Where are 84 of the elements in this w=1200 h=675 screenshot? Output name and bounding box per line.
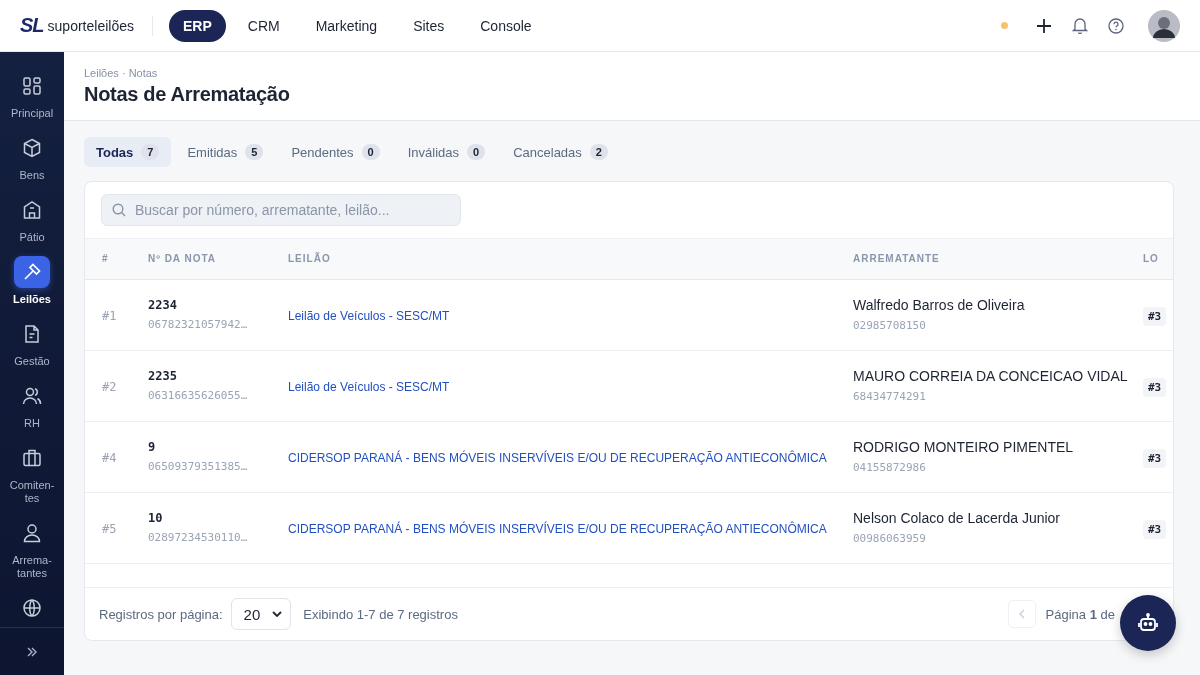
filter-tab[interactable]: Inválidas 0 [395, 137, 498, 167]
access-key: 02897234530110… [148, 531, 288, 545]
logo: SL suporteleilões [20, 14, 134, 37]
records-summary: Exibindo 1-7 de 7 registros [303, 606, 458, 622]
column-header: ARREMATANTE [853, 253, 941, 265]
lot-tag: #3 [1143, 377, 1167, 397]
buyer-name: Walfredo Barros de Oliveira [853, 297, 1026, 314]
box-icon [22, 138, 42, 158]
row-index: #5 [102, 521, 117, 536]
auction-link[interactable]: CIDERSOP PARANÁ - BENS MÓVEIS INSERVÍVEIS E/OU DE RECUPERAÇÃO ANTIECONÔMICA [288, 450, 827, 465]
count-badge: 7 [141, 144, 160, 160]
buyer-name: Nelson Colaco de Lacerda Junior [853, 510, 1061, 527]
chevron-down-icon [272, 611, 283, 618]
sidebar-item[interactable]: Pátio [2, 194, 62, 244]
globe-icon [22, 598, 42, 618]
sidebar-item[interactable]: Comiten-tes [2, 442, 62, 505]
note-number: 9 [148, 440, 157, 455]
nav-tab[interactable]: Console [466, 9, 546, 42]
page-indicator: Página 1 de [1045, 606, 1115, 622]
gavel-icon [22, 262, 42, 282]
per-page-label: Registros por página: [99, 606, 223, 622]
users-icon [22, 386, 42, 406]
buyer-name: RODRIGO MONTEIRO PIMENTEL [853, 439, 1075, 456]
user-icon [22, 523, 42, 543]
grid-icon [22, 76, 42, 96]
column-header: LO [1143, 253, 1160, 265]
nav-tab[interactable]: Marketing [301, 9, 392, 42]
lot-tag: #3 [1143, 519, 1167, 539]
filter-tab[interactable]: Todas 7 [84, 137, 172, 167]
filter-tab[interactable]: Emitidas 5 [175, 137, 276, 167]
robot-icon [1138, 613, 1158, 633]
buyer-document: 00986063959 [853, 532, 927, 546]
access-key: 06509379351385… [148, 460, 288, 474]
buyer-document: 04155872986 [853, 461, 927, 475]
nav-tab[interactable]: CRM [233, 9, 294, 42]
lot-tag: #3 [1143, 306, 1167, 326]
row-index: #1 [102, 308, 117, 323]
column-header: # [102, 253, 110, 265]
nav-tab[interactable]: ERP [168, 9, 226, 42]
note-number: 10 [148, 511, 164, 526]
help-icon[interactable] [1108, 17, 1124, 34]
search-icon [112, 203, 126, 217]
buyer-document: 02985708150 [853, 319, 927, 333]
expand-icon[interactable] [26, 646, 38, 658]
sidebar-item[interactable]: Bens [2, 132, 62, 182]
note-number: 2235 [148, 369, 178, 384]
nav-tab[interactable]: Sites [399, 9, 459, 42]
access-key: 06316635626055… [148, 389, 288, 403]
sidebar-item[interactable]: Arrema-tantes [2, 517, 62, 580]
search-field[interactable]: Buscar por número, arrematante, leilão... [101, 194, 461, 226]
column-header: LEILÃO [288, 253, 332, 265]
count-badge: 0 [361, 144, 380, 160]
page-title: Notas de Arrematação [84, 83, 291, 106]
count-badge: 0 [467, 144, 486, 160]
count-badge: 2 [589, 144, 608, 160]
filter-tab[interactable]: Pendentes 0 [279, 137, 392, 167]
note-number: 2234 [148, 298, 178, 313]
plus-icon[interactable] [1036, 17, 1052, 34]
breadcrumb: Leilões · Notas [84, 67, 159, 79]
row-index: #2 [102, 379, 117, 394]
per-page-select[interactable]: 20 [230, 598, 292, 631]
row-index: #4 [102, 450, 117, 465]
access-key: 06782321057942… [148, 318, 288, 332]
buyer-name: MAURO CORREIA DA CONCEICAO VIDAL [853, 368, 1129, 385]
status-dot [1001, 22, 1008, 29]
count-badge: 5 [245, 144, 264, 160]
building-icon [22, 200, 42, 220]
sidebar-item[interactable]: RH [2, 380, 62, 430]
sidebar-item[interactable]: Gestão [2, 318, 62, 368]
filter-tab[interactable]: Canceladas 2 [501, 137, 620, 167]
bell-icon[interactable] [1072, 17, 1088, 34]
assistant-button[interactable] [1120, 595, 1176, 651]
sidebar-item[interactable]: Leilões [2, 256, 62, 306]
chevron-left-icon [1018, 609, 1025, 620]
avatar[interactable] [1148, 9, 1180, 42]
buyer-document: 68434774291 [853, 390, 927, 404]
auction-link[interactable]: Leilão de Veículos - SESC/MT [288, 308, 450, 323]
lot-tag: #3 [1143, 448, 1167, 468]
auction-link[interactable]: Leilão de Veículos - SESC/MT [288, 379, 450, 394]
column-header: Nº DA NOTA [148, 253, 218, 265]
sidebar-item[interactable]: Principal [2, 70, 62, 120]
briefcase-icon [22, 448, 42, 468]
document-icon [22, 324, 42, 344]
auction-link[interactable]: CIDERSOP PARANÁ - BENS MÓVEIS INSERVÍVEIS E/OU DE RECUPERAÇÃO ANTIECONÔMICA [288, 521, 827, 536]
